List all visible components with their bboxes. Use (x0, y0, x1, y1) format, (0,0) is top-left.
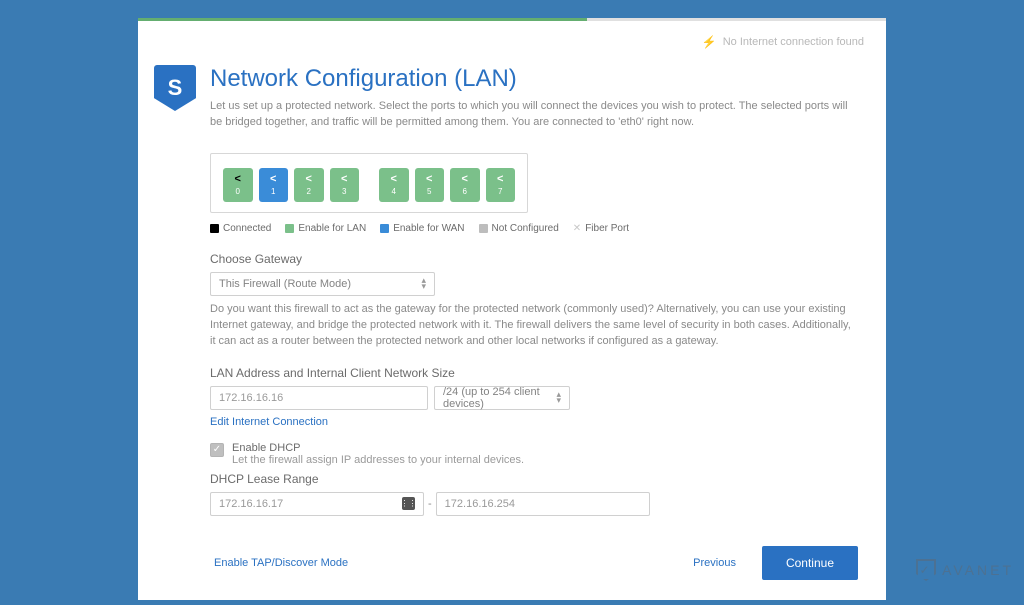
lan-address-input[interactable] (210, 386, 428, 410)
dhcp-title: Enable DHCP (232, 442, 524, 454)
chevron-updown-icon: ▴▾ (421, 278, 426, 289)
gateway-label: Choose Gateway (210, 252, 858, 266)
port-label: 4 (392, 187, 396, 196)
port-7[interactable]: <7 (486, 168, 516, 202)
share-icon: < (235, 173, 241, 185)
plug-icon: ⚡ (702, 35, 717, 49)
share-icon: < (341, 173, 347, 185)
enable-tap-link[interactable]: Enable TAP/Discover Mode (214, 557, 348, 569)
share-icon: < (426, 173, 432, 185)
dhcp-to-input[interactable] (436, 492, 650, 516)
watermark-text: AVANET (942, 562, 1014, 578)
dhcp-from-input[interactable]: ⋮⋮ (210, 492, 424, 516)
previous-link[interactable]: Previous (693, 557, 736, 569)
ports-card: <0<1<2<3<4<5<6<7 (210, 153, 528, 213)
calc-icon[interactable]: ⋮⋮ (402, 497, 415, 510)
status-row: ⚡ No Internet connection found (138, 21, 886, 49)
port-label: 2 (307, 187, 311, 196)
port-0[interactable]: <0 (223, 168, 253, 202)
page-lead: Let us set up a protected network. Selec… (210, 99, 858, 131)
lan-address-field[interactable] (219, 392, 419, 404)
watermark: ✓ AVANET (916, 559, 1014, 581)
legend-connected: Connected (223, 223, 271, 234)
setup-wizard-window: ⚡ No Internet connection found S Network… (138, 18, 886, 600)
lan-label: LAN Address and Internal Client Network … (210, 366, 858, 380)
port-label: 6 (463, 187, 467, 196)
gateway-help: Do you want this firewall to act as the … (210, 302, 858, 350)
dhcp-to-field[interactable] (445, 498, 641, 510)
brand-logo: S (154, 65, 196, 111)
gateway-select-value: This Firewall (Route Mode) (219, 278, 351, 290)
port-4[interactable]: <4 (379, 168, 409, 202)
lan-mask-select[interactable]: /24 (up to 254 client devices) ▴▾ (434, 386, 570, 410)
port-3[interactable]: <3 (330, 168, 360, 202)
footer: Enable TAP/Discover Mode Previous Contin… (138, 546, 886, 600)
range-dash: - (428, 498, 432, 510)
page-title: Network Configuration (LAN) (210, 65, 858, 93)
dhcp-from-field[interactable] (219, 498, 402, 510)
share-icon: < (391, 173, 397, 185)
port-label: 5 (427, 187, 431, 196)
legend-notconfigured: Not Configured (492, 223, 559, 234)
check-icon: ✓ (213, 444, 221, 455)
port-2[interactable]: <2 (294, 168, 324, 202)
edit-internet-link[interactable]: Edit Internet Connection (210, 416, 858, 428)
port-label: 7 (498, 187, 502, 196)
ports-legend: Connected Enable for LAN Enable for WAN … (210, 223, 858, 234)
legend-fiber: Fiber Port (585, 223, 629, 234)
continue-button[interactable]: Continue (762, 546, 858, 580)
port-1[interactable]: <1 (259, 168, 289, 202)
port-label: 3 (342, 187, 346, 196)
share-icon: < (497, 173, 503, 185)
gateway-select[interactable]: This Firewall (Route Mode) ▴▾ (210, 272, 435, 296)
port-5[interactable]: <5 (415, 168, 445, 202)
port-6[interactable]: <6 (450, 168, 480, 202)
share-icon: < (270, 173, 276, 185)
share-icon: < (306, 173, 312, 185)
status-text: No Internet connection found (723, 36, 864, 48)
enable-dhcp-checkbox[interactable]: ✓ (210, 443, 224, 457)
dhcp-range-label: DHCP Lease Range (210, 472, 858, 486)
lan-mask-value: /24 (up to 254 client devices) (443, 386, 556, 410)
dhcp-desc: Let the firewall assign IP addresses to … (232, 454, 524, 466)
port-label: 1 (271, 187, 275, 196)
legend-lan: Enable for LAN (298, 223, 366, 234)
shield-icon: ✓ (916, 559, 936, 581)
port-label: 0 (236, 187, 240, 196)
legend-wan: Enable for WAN (393, 223, 464, 234)
share-icon: < (462, 173, 468, 185)
chevron-updown-icon: ▴▾ (556, 392, 561, 403)
